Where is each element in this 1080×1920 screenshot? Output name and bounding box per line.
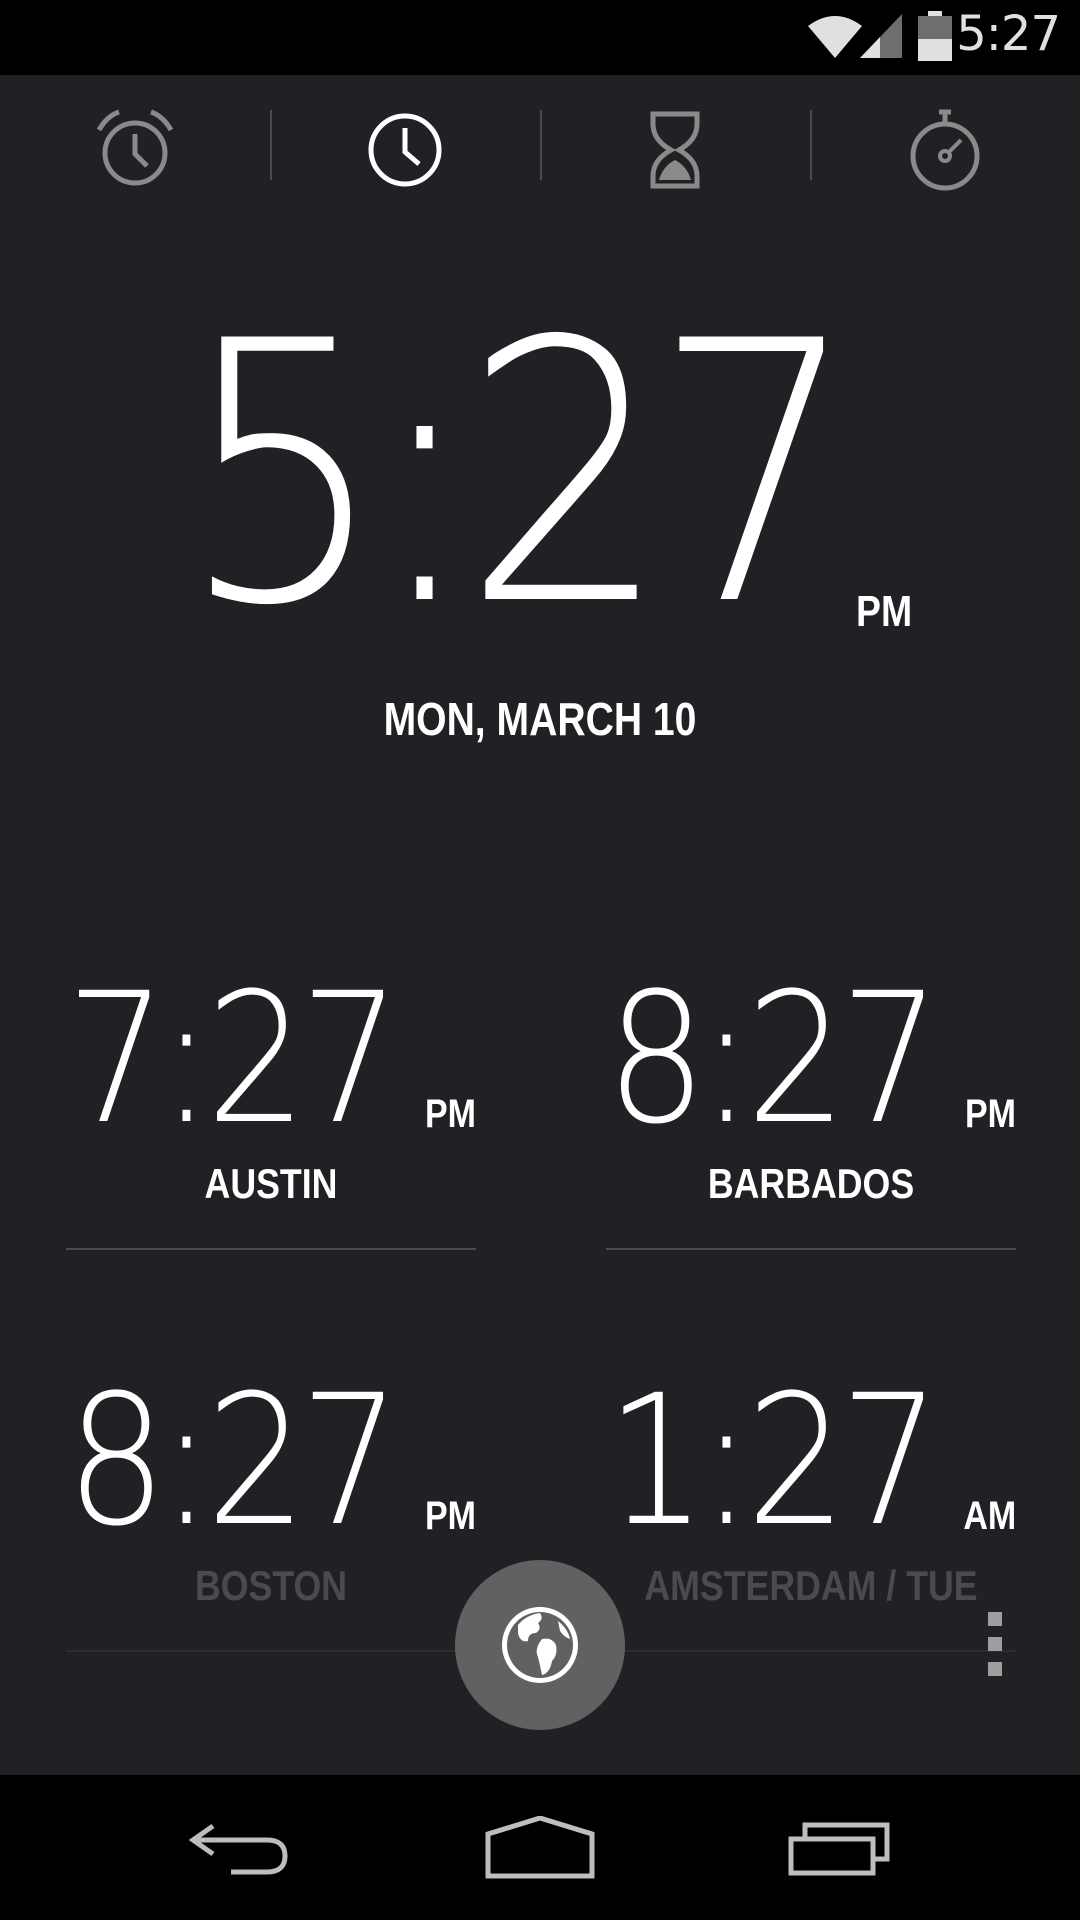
overflow-menu-button[interactable] (980, 1612, 1010, 1678)
world-clock-ampm: PM (425, 1494, 476, 1538)
screen: 5:27 5:27 PM MON, MARCH 10 7:27 PM AUSTI… (0, 0, 1080, 1920)
alarm-clock-icon (96, 109, 174, 186)
battery-icon (918, 11, 952, 61)
world-clock-divider (606, 1248, 1016, 1250)
world-clock-time: 8:27 (606, 955, 941, 1164)
main-clock: 5:27 PM (0, 295, 1080, 655)
hourglass-icon (650, 111, 700, 189)
world-clock-ampm: PM (965, 1092, 1016, 1136)
status-bar-time: 5:27 (956, 6, 1061, 62)
back-button[interactable] (140, 1775, 340, 1920)
world-clock-item[interactable]: 1:27 AM AMSTERDAM / TUE (606, 1372, 1016, 1672)
stopwatch-icon (910, 109, 980, 191)
status-bar: 5:27 (0, 0, 1080, 75)
world-clock-divider (606, 1650, 1016, 1652)
back-icon (188, 1823, 288, 1874)
world-clock-time: 7:27 (66, 955, 401, 1164)
overflow-menu-icon (988, 1662, 1002, 1676)
world-clock-city: BOSTON (194, 1562, 348, 1609)
main-clock-date: MON, MARCH 10 (383, 693, 697, 745)
overflow-menu-icon (988, 1612, 1002, 1626)
overflow-menu-icon (988, 1637, 1002, 1651)
add-city-button[interactable] (455, 1560, 625, 1730)
world-clock-item[interactable]: 8:27 PM BARBADOS (606, 970, 1016, 1270)
main-clock-ampm: PM (856, 587, 913, 636)
tab-alarm[interactable] (0, 75, 270, 225)
tab-stopwatch[interactable] (810, 75, 1080, 225)
world-clock-city: AUSTIN (204, 1160, 338, 1207)
recent-apps-button[interactable] (740, 1775, 940, 1920)
world-clock-time: 1:27 (606, 1357, 941, 1566)
world-clock-divider (66, 1248, 476, 1250)
world-clock-ampm: PM (425, 1092, 476, 1136)
clock-icon (368, 113, 442, 187)
world-clock-item[interactable]: 7:27 PM AUSTIN (66, 970, 476, 1270)
world-clock-divider (66, 1650, 476, 1652)
world-clock-ampm: AM (963, 1494, 1016, 1538)
world-clock-city: AMSTERDAM / TUE (644, 1562, 978, 1609)
wifi-icon (808, 16, 862, 58)
tab-bar (0, 75, 1080, 225)
world-clock-time: 8:27 (66, 1357, 401, 1566)
main-clock-time: 5:27 (180, 265, 859, 684)
tab-timer[interactable] (540, 75, 810, 225)
navigation-bar (0, 1775, 1080, 1920)
tab-clock[interactable] (270, 75, 540, 225)
cell-signal-icon (860, 14, 902, 58)
recent-apps-icon (788, 1822, 890, 1875)
home-button[interactable] (440, 1775, 640, 1920)
world-clock-city: BARBADOS (707, 1160, 915, 1207)
home-icon (485, 1815, 595, 1878)
world-clock-item[interactable]: 8:27 PM BOSTON (66, 1372, 476, 1672)
globe-icon (502, 1607, 578, 1683)
